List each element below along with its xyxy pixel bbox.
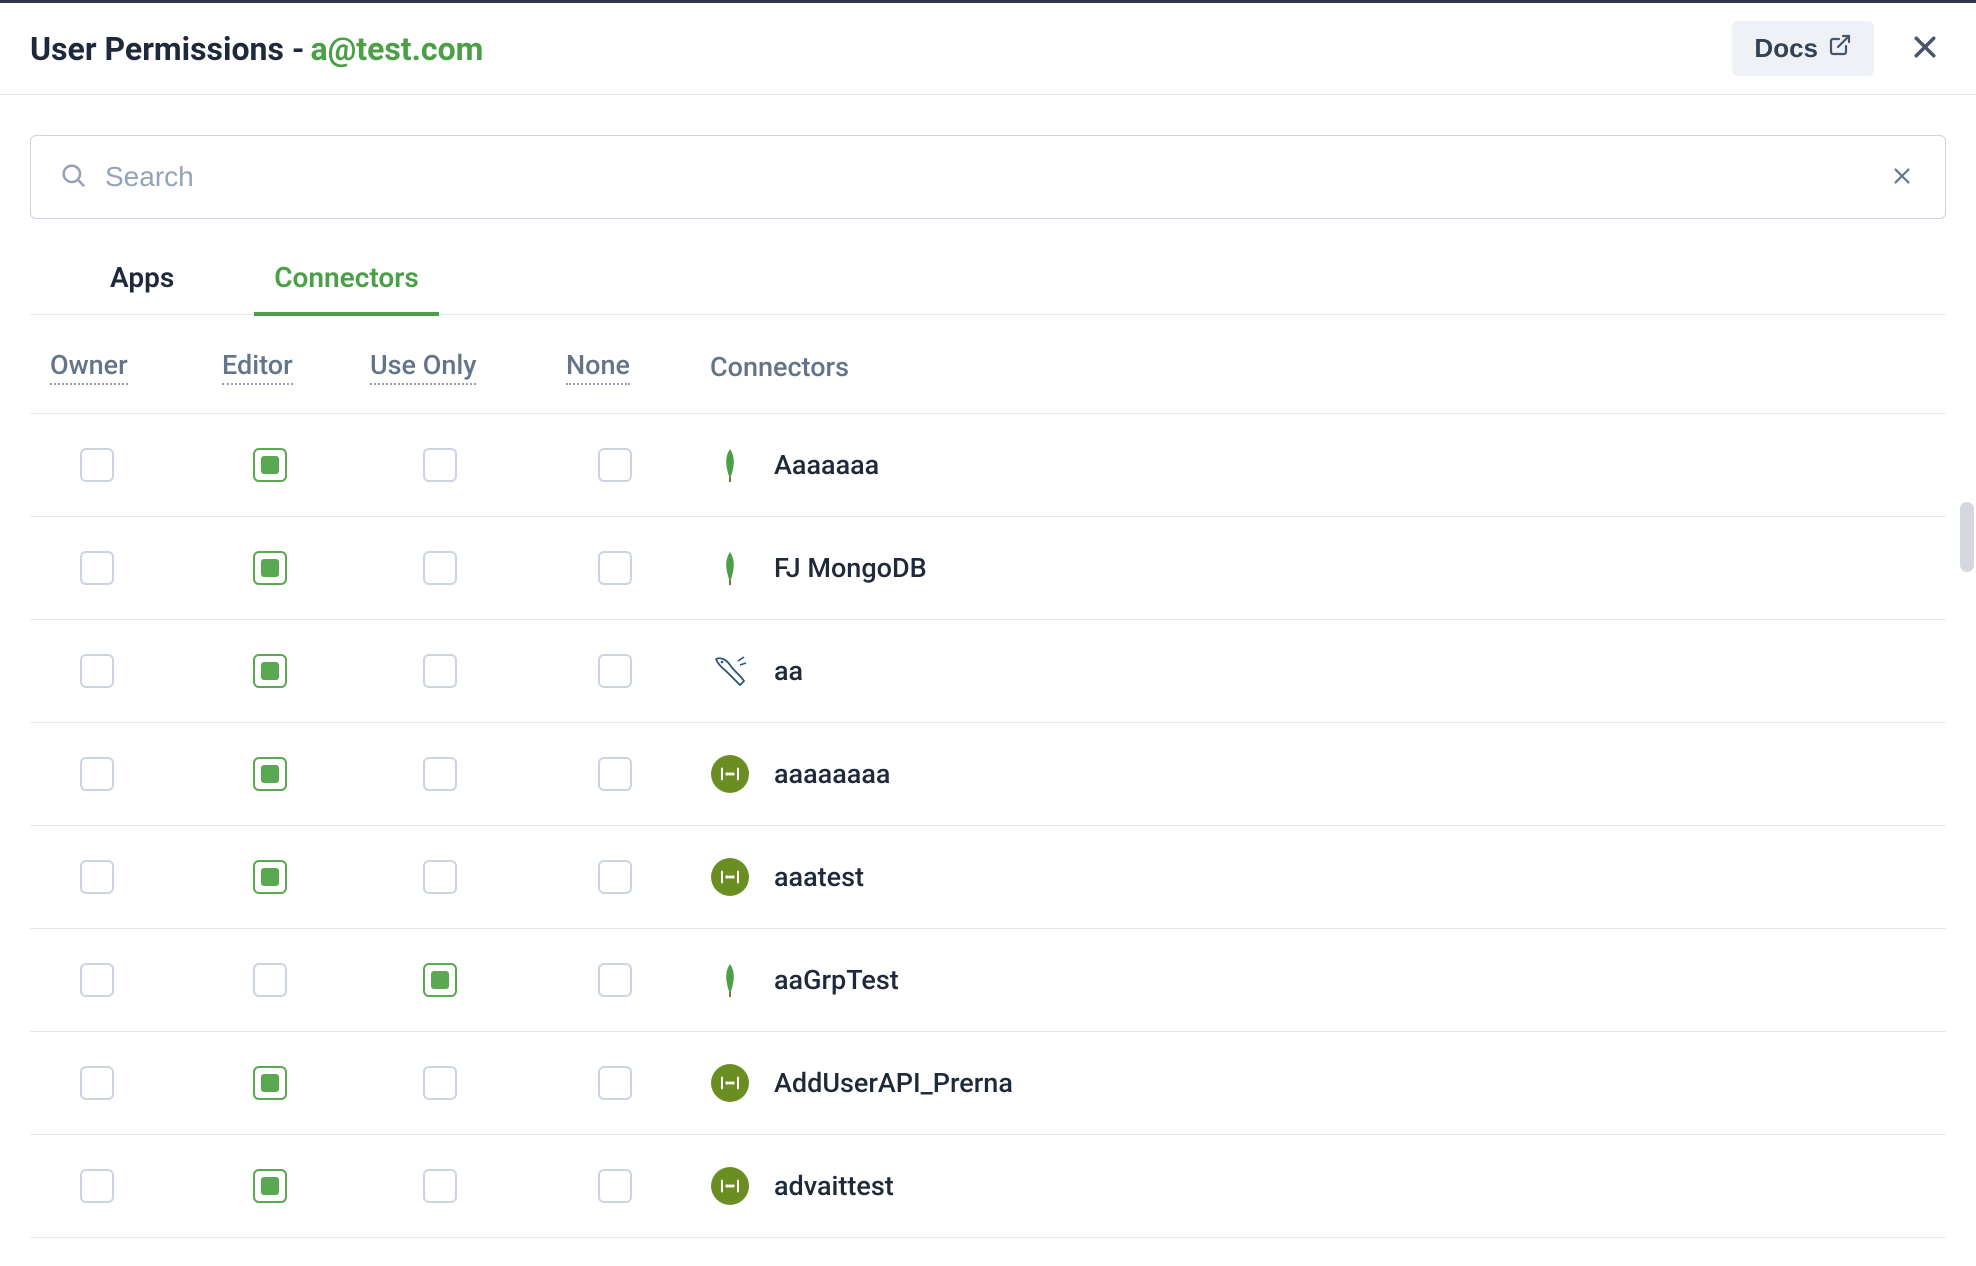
editor-checkbox[interactable] (253, 1169, 287, 1203)
table-row: aaatest (30, 826, 1946, 929)
connector-type-icon (710, 445, 750, 485)
none-checkbox[interactable] (598, 654, 632, 688)
useonly-checkbox[interactable] (423, 757, 457, 791)
owner-checkbox[interactable] (80, 963, 114, 997)
docs-button[interactable]: Docs (1732, 21, 1874, 76)
col-owner-header[interactable]: Owner (50, 349, 128, 385)
table-row: Aaaaaaa (30, 414, 1946, 517)
tabs: Apps Connectors (30, 247, 1946, 315)
editor-checkbox[interactable] (253, 757, 287, 791)
connector-type-icon (710, 651, 750, 691)
table-row: AddUserAPI_Prerna (30, 1032, 1946, 1135)
table-header: Owner Editor Use Only None Connectors (30, 349, 1946, 414)
permissions-table: Owner Editor Use Only None Connectors Aa… (30, 349, 1946, 1238)
useonly-checkbox[interactable] (423, 860, 457, 894)
modal-body: Apps Connectors Owner Editor Use Only Non… (0, 95, 1976, 1238)
connector-name: Aaaaaaa (774, 449, 879, 481)
table-row: aaaaaaaa (30, 723, 1946, 826)
editor-checkbox[interactable] (253, 654, 287, 688)
tab-apps[interactable]: Apps (90, 247, 194, 316)
col-useonly-header[interactable]: Use Only (370, 349, 476, 385)
col-connectors-header: Connectors (710, 351, 849, 383)
connector-type-icon (710, 857, 750, 897)
editor-checkbox[interactable] (253, 1066, 287, 1100)
owner-checkbox[interactable] (80, 654, 114, 688)
connector-type-icon (710, 960, 750, 1000)
tab-connectors[interactable]: Connectors (254, 247, 438, 316)
search-input[interactable] (105, 161, 1887, 193)
external-link-icon (1828, 33, 1852, 64)
header-actions: Docs (1732, 21, 1946, 76)
col-none-header[interactable]: None (566, 349, 630, 385)
connector-name: FJ MongoDB (774, 552, 927, 584)
modal-header: User Permissions - a@test.com Docs (0, 3, 1976, 95)
clear-icon (1891, 175, 1913, 190)
connector-type-icon (710, 548, 750, 588)
table-row: advaittest (30, 1135, 1946, 1238)
none-checkbox[interactable] (598, 860, 632, 894)
none-checkbox[interactable] (598, 757, 632, 791)
none-checkbox[interactable] (598, 448, 632, 482)
connector-name: aa (774, 655, 803, 687)
col-editor-header[interactable]: Editor (222, 349, 293, 385)
useonly-checkbox[interactable] (423, 654, 457, 688)
owner-checkbox[interactable] (80, 1169, 114, 1203)
connector-name: advaittest (774, 1170, 894, 1202)
editor-checkbox[interactable] (253, 448, 287, 482)
useonly-checkbox[interactable] (423, 1066, 457, 1100)
connector-name: AddUserAPI_Prerna (774, 1067, 1013, 1099)
table-row: aaGrpTest (30, 929, 1946, 1032)
title-prefix: User Permissions - (30, 30, 304, 68)
connector-type-icon (710, 754, 750, 794)
scrollbar-thumb[interactable] (1960, 502, 1974, 572)
docs-label: Docs (1754, 33, 1818, 64)
modal-title: User Permissions - a@test.com (30, 30, 483, 68)
owner-checkbox[interactable] (80, 1066, 114, 1100)
useonly-checkbox[interactable] (423, 448, 457, 482)
owner-checkbox[interactable] (80, 860, 114, 894)
editor-checkbox[interactable] (253, 963, 287, 997)
connector-name: aaGrpTest (774, 964, 899, 996)
table-row: aa (30, 620, 1946, 723)
owner-checkbox[interactable] (80, 757, 114, 791)
connector-type-icon (710, 1166, 750, 1206)
editor-checkbox[interactable] (253, 860, 287, 894)
title-email: a@test.com (310, 30, 483, 68)
useonly-checkbox[interactable] (423, 1169, 457, 1203)
owner-checkbox[interactable] (80, 551, 114, 585)
none-checkbox[interactable] (598, 1066, 632, 1100)
connector-name: aaaaaaaa (774, 758, 890, 790)
search-clear-button[interactable] (1887, 161, 1917, 194)
close-icon (1910, 50, 1940, 65)
useonly-checkbox[interactable] (423, 551, 457, 585)
search-icon (59, 161, 87, 193)
connector-type-icon (710, 1063, 750, 1103)
none-checkbox[interactable] (598, 551, 632, 585)
editor-checkbox[interactable] (253, 551, 287, 585)
none-checkbox[interactable] (598, 1169, 632, 1203)
close-button[interactable] (1904, 26, 1946, 71)
table-row: FJ MongoDB (30, 517, 1946, 620)
owner-checkbox[interactable] (80, 448, 114, 482)
useonly-checkbox[interactable] (423, 963, 457, 997)
none-checkbox[interactable] (598, 963, 632, 997)
connector-name: aaatest (774, 861, 864, 893)
search-bar (30, 135, 1946, 219)
